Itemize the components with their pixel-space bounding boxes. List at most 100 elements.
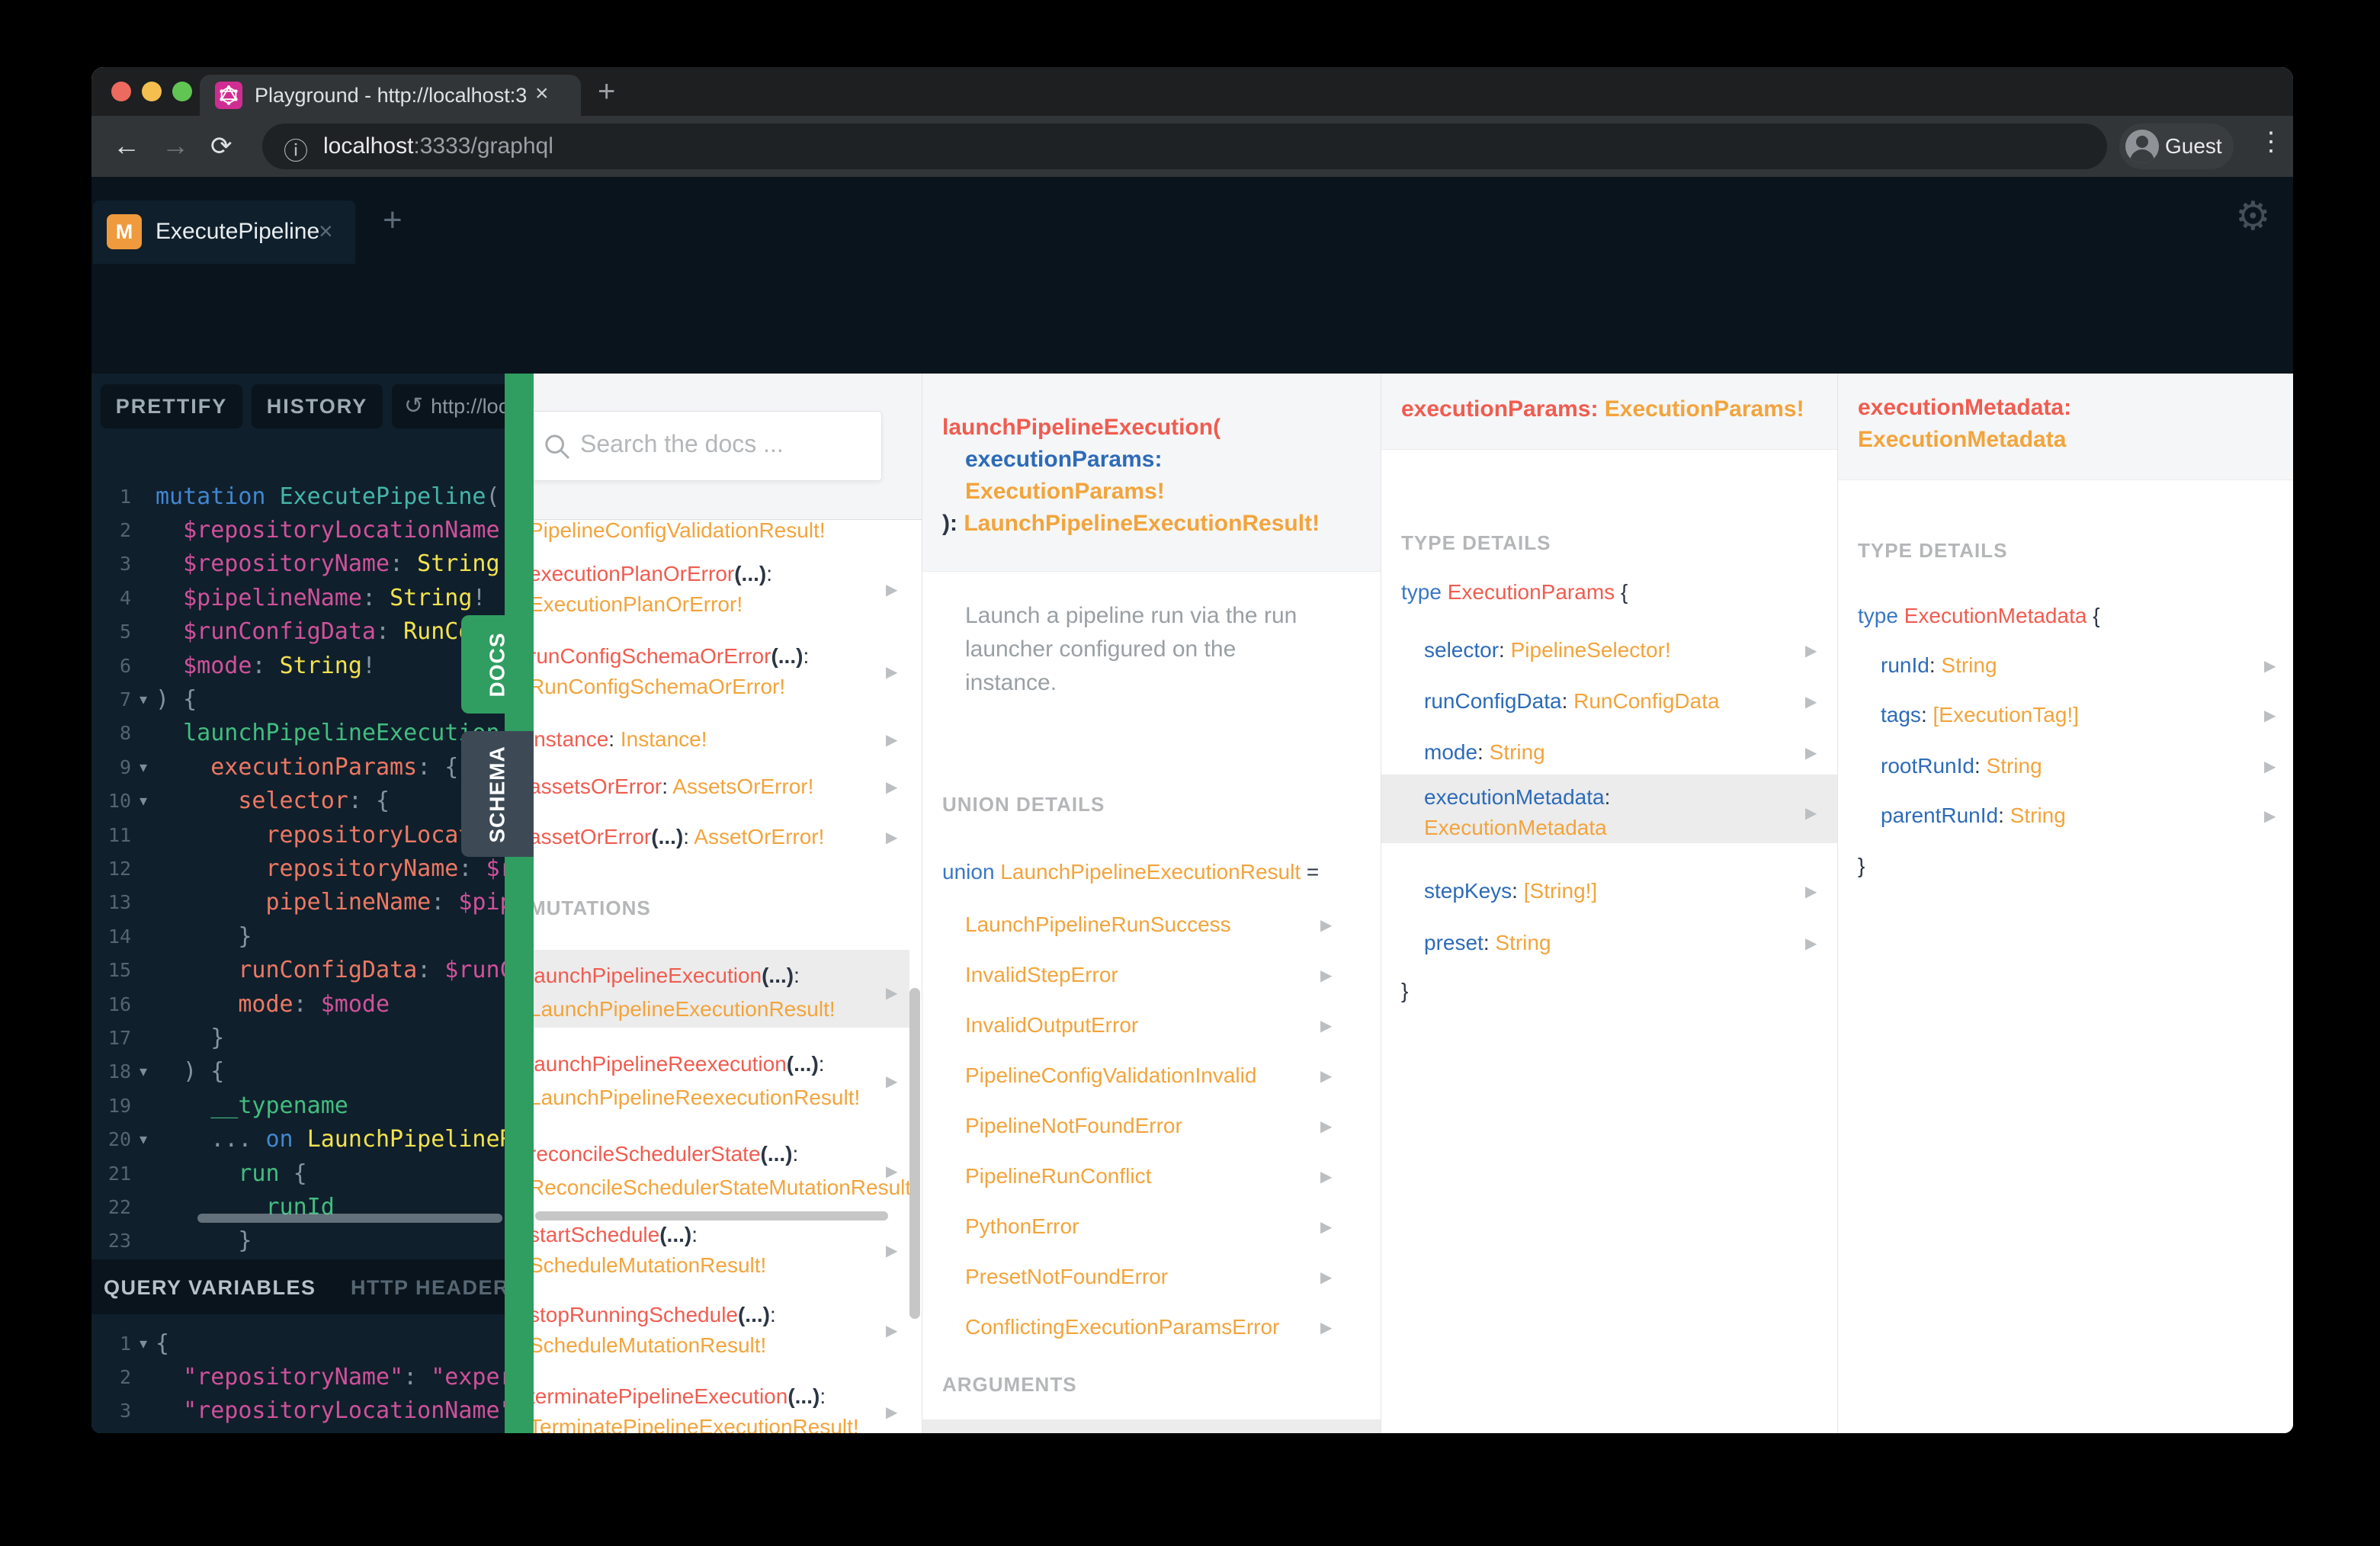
type-field[interactable]: executionMetadata:: [1424, 785, 1610, 810]
expand-arrow-icon[interactable]: ▶: [1805, 934, 1817, 953]
expand-arrow-icon[interactable]: ▶: [2264, 807, 2276, 826]
fold-arrow-icon[interactable]: ▾: [131, 1334, 156, 1353]
expand-arrow-icon[interactable]: ▶: [2264, 656, 2276, 675]
doc-field-item[interactable]: runConfigSchemaOrError(...):: [534, 644, 809, 669]
union-member[interactable]: PipelineConfigValidationInvalid: [965, 1063, 1256, 1088]
expand-arrow-icon[interactable]: ▶: [886, 1241, 897, 1260]
type-field[interactable]: parentRunId: String: [1881, 803, 2066, 828]
expand-arrow-icon[interactable]: ▶: [1320, 1117, 1332, 1136]
expand-arrow-icon[interactable]: ▶: [1805, 743, 1817, 762]
expand-arrow-icon[interactable]: ▶: [1320, 1066, 1332, 1086]
browser-tab[interactable]: Playground - http://localhost:3 ×: [200, 75, 581, 116]
expand-arrow-icon[interactable]: ▶: [1320, 1217, 1332, 1236]
field-type[interactable]: RunConfigSchemaOrError!: [534, 675, 785, 699]
union-member[interactable]: ConflictingExecutionParamsError: [965, 1315, 1279, 1339]
close-window-button[interactable]: [111, 82, 131, 101]
reload-icon[interactable]: ⟳: [210, 131, 233, 162]
tab-docs[interactable]: DOCS: [461, 615, 534, 714]
forward-icon[interactable]: →: [162, 130, 189, 162]
expand-arrow-icon[interactable]: ▶: [886, 778, 897, 797]
union-member[interactable]: PipelineRunConflict: [965, 1164, 1151, 1188]
search-input[interactable]: Search the docs ...: [534, 411, 882, 481]
docs-panel-edge[interactable]: [505, 374, 534, 1433]
argument-row[interactable]: executionParams: ExecutionParams!: [942, 1432, 1292, 1433]
expand-arrow-icon[interactable]: ▶: [1320, 916, 1332, 935]
field-type[interactable]: ScheduleMutationResult!: [534, 1253, 766, 1278]
doc-field-item[interactable]: executionPlanOrError(...):: [534, 562, 772, 586]
expand-arrow-icon[interactable]: ▶: [2264, 706, 2276, 725]
union-member[interactable]: PresetNotFoundError: [965, 1265, 1168, 1289]
expand-arrow-icon[interactable]: ▶: [886, 1321, 897, 1340]
expand-arrow-icon[interactable]: ▶: [1805, 692, 1817, 711]
expand-arrow-icon[interactable]: ▶: [886, 580, 897, 599]
back-icon[interactable]: ←: [113, 130, 140, 162]
expand-arrow-icon[interactable]: ▶: [1320, 1016, 1332, 1035]
union-member[interactable]: PipelineNotFoundError: [965, 1114, 1182, 1138]
page-info-icon[interactable]: ⓘ: [284, 132, 308, 167]
playground-tab[interactable]: M ExecutePipeline ×: [93, 200, 355, 264]
union-member[interactable]: InvalidOutputError: [965, 1013, 1138, 1038]
expand-arrow-icon[interactable]: ▶: [1805, 641, 1817, 660]
minimize-window-button[interactable]: [142, 82, 162, 101]
field-type[interactable]: PipelineConfigValidationResult!: [534, 518, 826, 543]
union-member[interactable]: LaunchPipelineRunSuccess: [965, 913, 1231, 937]
expand-arrow-icon[interactable]: ▶: [886, 1162, 897, 1181]
field-type[interactable]: ReconcileSchedulerStateMutationResult!: [534, 1176, 917, 1200]
doc-field-item[interactable]: terminatePipelineExecution(...):: [534, 1384, 826, 1409]
doc-field-item[interactable]: stopRunningSchedule(...):: [534, 1303, 776, 1327]
type-field[interactable]: tags: [ExecutionTag!]: [1881, 703, 2079, 727]
tab-query-variables[interactable]: QUERY VARIABLES: [104, 1276, 316, 1300]
url-field[interactable]: ⓘ localhost:3333/graphql: [262, 123, 2107, 169]
doc-field-item[interactable]: reconcileSchedulerState(...):: [534, 1142, 798, 1166]
field-type[interactable]: ScheduleMutationResult!: [534, 1333, 766, 1358]
settings-gear-icon[interactable]: ⚙: [2235, 194, 2271, 239]
doc-field-item[interactable]: startSchedule(...):: [534, 1223, 698, 1247]
type-field[interactable]: stepKeys: [String!]: [1424, 879, 1597, 903]
field-type[interactable]: LaunchPipelineReexecutionResult!: [534, 1086, 860, 1110]
variables-editor[interactable]: 1▾{2 "repositoryName": "exper3 "reposito…: [91, 1314, 505, 1434]
doc-field-item[interactable]: launchPipelineExecution(...):: [534, 964, 800, 988]
type-field[interactable]: mode: String: [1424, 740, 1545, 765]
playground-new-tab-button[interactable]: +: [383, 201, 403, 239]
expand-arrow-icon[interactable]: ▶: [886, 1403, 897, 1422]
profile-button[interactable]: Guest: [2119, 123, 2234, 169]
expand-arrow-icon[interactable]: ▶: [1805, 803, 1817, 823]
expand-arrow-icon[interactable]: ▶: [886, 730, 897, 749]
maximize-window-button[interactable]: [172, 82, 192, 101]
expand-arrow-icon[interactable]: ▶: [1320, 1167, 1332, 1186]
type-field[interactable]: runId: String: [1881, 653, 1997, 678]
expand-arrow-icon[interactable]: ▶: [2264, 757, 2276, 776]
doc-field-item[interactable]: assetsOrError: AssetsOrError!: [534, 775, 813, 799]
tab-http-headers[interactable]: HTTP HEADERS: [351, 1276, 505, 1300]
doc-field-item[interactable]: instance: Instance!: [534, 727, 707, 752]
doc-field-item[interactable]: assetOrError(...): AssetOrError!: [534, 825, 824, 849]
type-field[interactable]: runConfigData: RunConfigData: [1424, 689, 1720, 714]
expand-arrow-icon[interactable]: ▶: [1320, 1318, 1332, 1337]
docs-col1-horizontal-scrollbar[interactable]: [535, 1211, 888, 1220]
union-member[interactable]: PythonError: [965, 1214, 1079, 1239]
fold-arrow-icon[interactable]: ▾: [131, 1130, 156, 1149]
type-field[interactable]: rootRunId: String: [1881, 754, 2042, 778]
expand-arrow-icon[interactable]: ▶: [886, 828, 897, 847]
expand-arrow-icon[interactable]: ▶: [1320, 966, 1332, 985]
fold-arrow-icon[interactable]: ▾: [131, 1062, 156, 1081]
fold-arrow-icon[interactable]: ▾: [131, 690, 156, 709]
expand-arrow-icon[interactable]: ▶: [886, 1072, 897, 1091]
expand-arrow-icon[interactable]: ▶: [886, 662, 897, 682]
field-type[interactable]: TerminatePipelineExecutionResult!: [534, 1415, 859, 1433]
browser-menu-icon[interactable]: ⋮: [2258, 127, 2284, 157]
field-type[interactable]: ExecutionMetadata: [1424, 816, 1607, 840]
tab-schema[interactable]: SCHEMA: [461, 731, 534, 857]
playground-tab-close-icon[interactable]: ×: [319, 217, 333, 245]
docs-vertical-scrollbar[interactable]: [909, 988, 920, 1319]
type-field[interactable]: preset: String: [1424, 931, 1551, 955]
expand-arrow-icon[interactable]: ▶: [1805, 882, 1817, 901]
new-tab-button[interactable]: +: [598, 75, 615, 109]
field-type[interactable]: ExecutionPlanOrError!: [534, 592, 743, 617]
expand-arrow-icon[interactable]: ▶: [1320, 1268, 1332, 1287]
doc-field-item[interactable]: launchPipelineReexecution(...):: [534, 1052, 825, 1076]
fold-arrow-icon[interactable]: ▾: [131, 758, 156, 777]
editor-horizontal-scrollbar[interactable]: [197, 1214, 502, 1223]
union-member[interactable]: InvalidStepError: [965, 963, 1118, 987]
field-type[interactable]: LaunchPipelineExecutionResult!: [534, 997, 836, 1022]
